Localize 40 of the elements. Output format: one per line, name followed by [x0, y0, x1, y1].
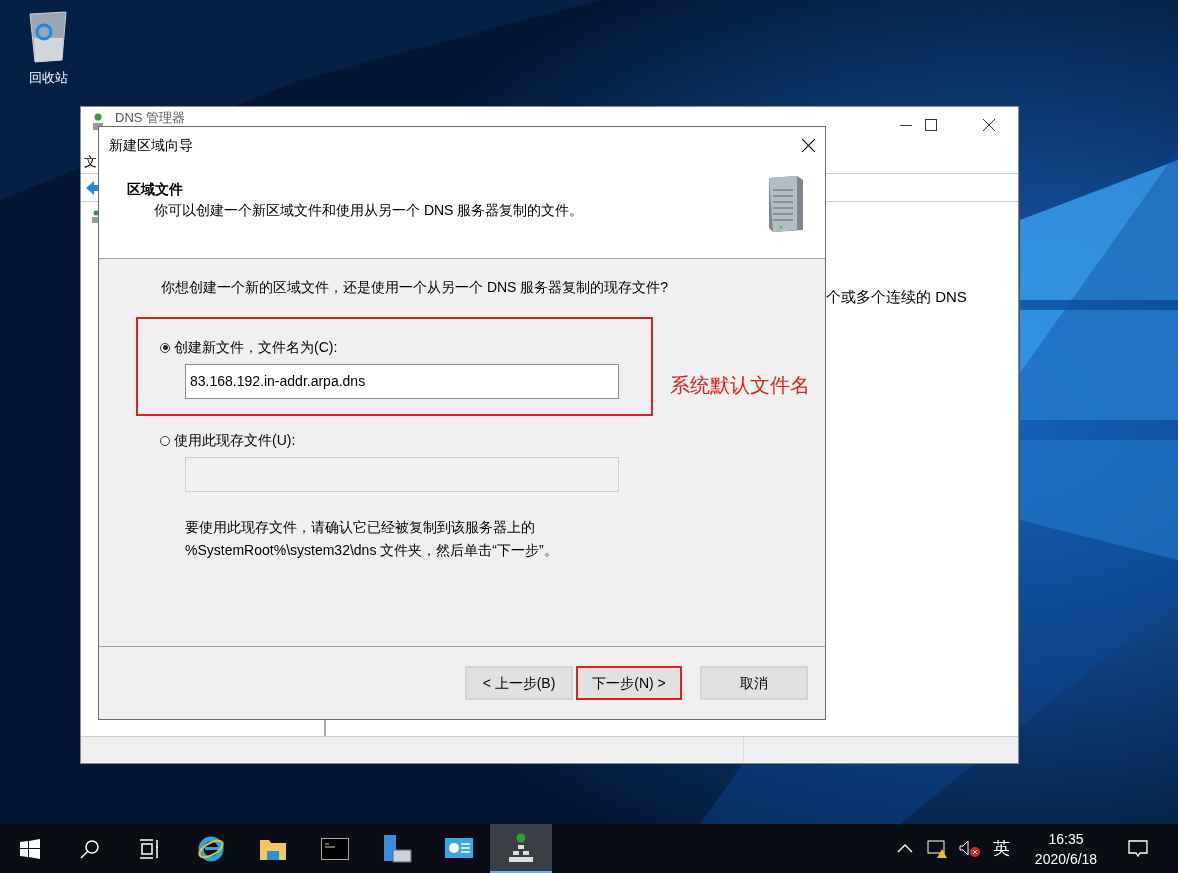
wizard-button[interactable]: < 上一步(B) [465, 666, 573, 700]
menu-item[interactable]: 文 [84, 152, 97, 172]
radio-label[interactable]: 创建新文件，文件名为(C): [174, 337, 338, 358]
taskbar-button[interactable] [490, 824, 552, 873]
task-view-icon[interactable] [139, 838, 161, 859]
header-subtitle: 你可以创建一个新区域文件和使用从另一个 DNS 服务器复制的文件。 [154, 201, 584, 220]
header-title: 区域文件 [127, 180, 183, 199]
radio-label[interactable]: 使用此现存文件(U): [174, 430, 296, 451]
dialog-title: 新建区域向导 [109, 136, 193, 155]
window-title: DNS 管理器 [115, 109, 186, 127]
wizard-button[interactable]: 下一步(N) > [576, 666, 682, 700]
browser-e-icon[interactable] [197, 834, 225, 863]
search-icon[interactable] [80, 838, 100, 859]
maximize-icon[interactable] [925, 119, 937, 131]
note-text: %SystemRoot%\system32\dns 文件夹，然后单击“下一步”。 [185, 541, 558, 560]
network-tree-icon[interactable] [509, 832, 533, 863]
chevron-up-icon[interactable] [897, 844, 913, 853]
close-icon[interactable] [802, 139, 815, 152]
radio-button[interactable] [160, 435, 170, 446]
speaker-muted-icon[interactable] [959, 839, 981, 858]
recycle-bin-icon[interactable] [26, 8, 70, 64]
icon-label: 回收站 [28, 69, 68, 87]
terminal-icon[interactable] [321, 837, 349, 860]
radio-button[interactable] [160, 342, 170, 353]
question-text: 你想创建一个新的区域文件，还是使用一个从另一个 DNS 服务器复制的现存文件? [161, 278, 669, 297]
input-field[interactable] [185, 457, 619, 492]
windows-start-icon[interactable] [20, 838, 40, 859]
description-text: 个或多个连续的 DNS [826, 287, 967, 307]
close-icon[interactable] [983, 119, 995, 131]
wizard-button[interactable]: 取消 [700, 666, 808, 700]
ime-indicator[interactable]: 英 [993, 835, 1010, 862]
notification-icon[interactable] [1128, 839, 1148, 858]
note-text: 要使用此现存文件，请确认它已经被复制到该服务器上的 [185, 518, 536, 537]
network-warning-icon[interactable] [927, 838, 949, 859]
minimize-icon[interactable] [900, 125, 912, 127]
clock[interactable]: 16:35 2020/6/18 [1026, 828, 1106, 869]
control-panel-icon[interactable] [445, 837, 473, 860]
input-field[interactable]: 83.168.192.in-addr.arpa.dns [185, 364, 619, 399]
server-toolbox-icon[interactable] [382, 833, 412, 864]
annotation-text: 系统默认文件名 [670, 373, 810, 398]
